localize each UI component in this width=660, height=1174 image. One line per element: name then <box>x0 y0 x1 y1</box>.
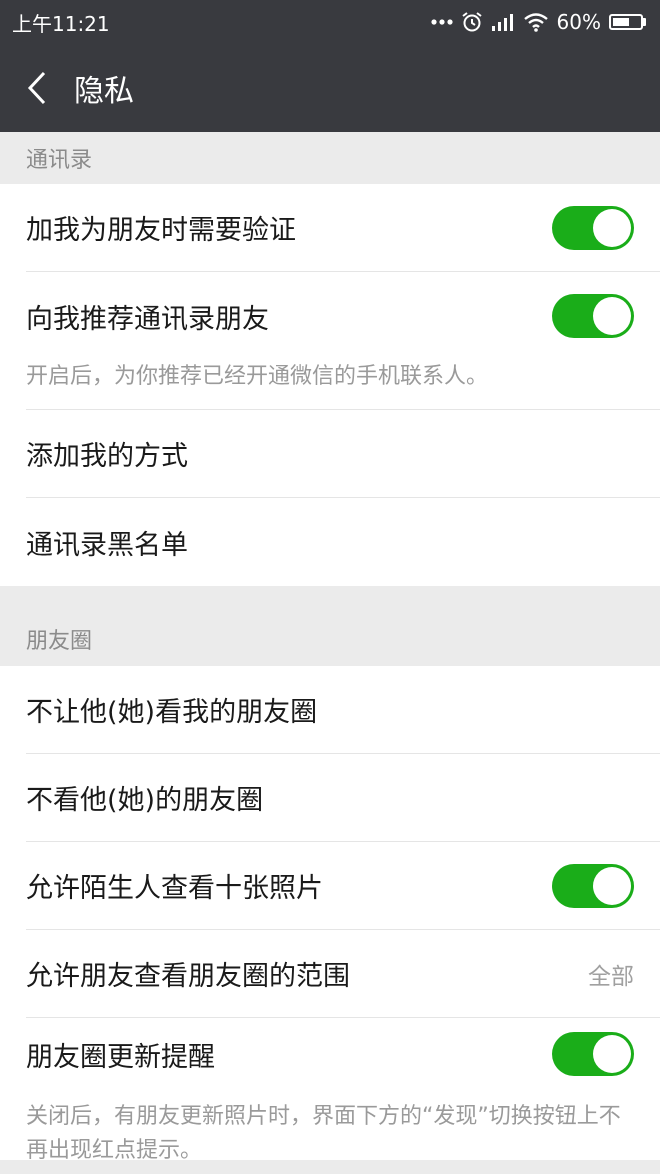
section-header-contacts: 通讯录 <box>0 132 660 184</box>
battery-percent: 60% <box>556 10 601 34</box>
recommend-description: 开启后，为你推荐已经开通微信的手机联系人。 <box>26 360 660 410</box>
row-stranger-photos: 允许陌生人查看十张照片 <box>26 842 660 930</box>
verify-toggle[interactable] <box>552 205 634 250</box>
section-header-moments: 朋友圈 <box>0 586 660 666</box>
row-label: 不让他(她)看我的朋友圈 <box>26 697 318 728</box>
back-button[interactable] <box>0 44 74 132</box>
row-hide-their-moments[interactable]: 不看他(她)的朋友圈 <box>26 754 660 842</box>
row-update-reminder: 朋友圈更新提醒 <box>26 1018 660 1090</box>
row-label: 通讯录黑名单 <box>26 529 188 561</box>
row-add-methods[interactable]: 添加我的方式 <box>26 410 660 498</box>
nav-bar: 隐私 <box>0 44 660 132</box>
status-icons: 60% <box>430 10 646 34</box>
contacts-group: 加我为朋友时需要验证 向我推荐通讯录朋友 开启后，为你推荐已经开通微信的手机联系… <box>0 184 660 586</box>
row-recommend-contacts: 向我推荐通讯录朋友 <box>26 272 660 360</box>
alarm-icon <box>461 12 482 32</box>
row-label: 不看他(她)的朋友圈 <box>26 785 264 816</box>
recommend-toggle[interactable] <box>552 294 634 338</box>
row-label: 添加我的方式 <box>26 441 188 472</box>
signal-icon <box>491 14 513 31</box>
row-verify-friend: 加我为朋友时需要验证 <box>26 184 660 272</box>
update-reminder-toggle[interactable] <box>552 1032 634 1076</box>
row-blacklist[interactable]: 通讯录黑名单 <box>26 498 660 586</box>
row-label: 加我为朋友时需要验证 <box>26 215 296 246</box>
status-bar: 上午11:21 60% <box>0 0 660 44</box>
chevron-left-icon <box>27 71 46 105</box>
update-reminder-description: 关闭后，有朋友更新照片时，界面下方的“发现”切换按钮上不再出现红点提示。 <box>26 1104 621 1163</box>
row-moments-range[interactable]: 允许朋友查看朋友圈的范围 全部 <box>26 930 660 1018</box>
row-hide-my-moments[interactable]: 不让他(她)看我的朋友圈 <box>26 666 660 754</box>
status-time: 上午11:21 <box>12 11 110 36</box>
battery-indicator: 60% <box>557 10 646 34</box>
battery-icon <box>609 14 643 30</box>
row-label: 向我推荐通讯录朋友 <box>26 303 269 335</box>
moments-group: 不让他(她)看我的朋友圈 不看他(她)的朋友圈 允许陌生人查看十张照片 允许朋友… <box>0 666 660 1163</box>
row-label: 允许朋友查看朋友圈的范围 <box>26 961 350 992</box>
range-value: 全部 <box>588 963 634 990</box>
page-title: 隐私 <box>74 74 134 109</box>
row-label: 朋友圈更新提醒 <box>26 1041 215 1073</box>
row-label: 允许陌生人查看十张照片 <box>26 873 323 904</box>
more-dots-icon <box>430 19 453 25</box>
wifi-icon <box>523 13 548 32</box>
stranger-photos-toggle[interactable] <box>552 863 634 908</box>
